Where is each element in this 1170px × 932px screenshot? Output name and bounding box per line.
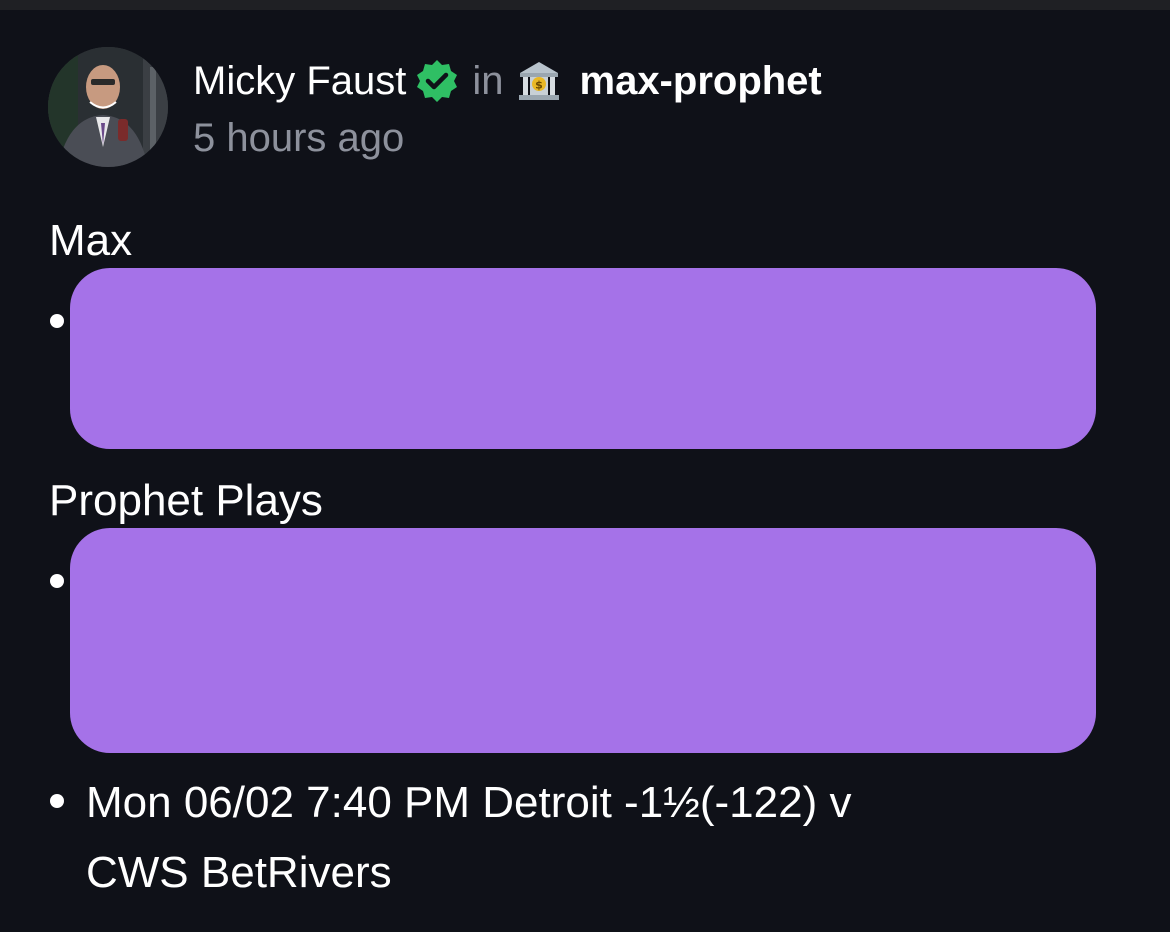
avatar-photo-icon — [48, 47, 168, 167]
bullet-dot — [50, 314, 64, 328]
section-title-max: Max — [49, 216, 133, 265]
author-avatar[interactable] — [48, 47, 168, 167]
post-author-line: Micky Faust in $ max-prophet — [193, 56, 822, 106]
bullet-dot — [50, 794, 64, 808]
in-label: in — [472, 58, 504, 103]
play-line: CWS BetRivers — [86, 848, 392, 897]
redacted-block — [70, 528, 1096, 753]
verified-badge-icon — [414, 58, 460, 104]
play-list-item: Mon 06/02 7:40 PM Detroit -1½(-122) v CW… — [86, 768, 1046, 908]
svg-text:$: $ — [535, 79, 543, 92]
bullet-dot — [50, 574, 64, 588]
post-timestamp[interactable]: 5 hours ago — [193, 116, 404, 161]
redacted-block — [70, 268, 1096, 449]
author-name[interactable]: Micky Faust — [193, 59, 406, 104]
section-title-prophet-plays: Prophet Plays — [49, 476, 323, 525]
top-bar — [0, 0, 1170, 10]
bank-icon: $ — [516, 58, 562, 104]
channel-link[interactable]: max-prophet — [580, 59, 822, 104]
play-line: Mon 06/02 7:40 PM Detroit -1½(-122) v — [86, 778, 852, 827]
